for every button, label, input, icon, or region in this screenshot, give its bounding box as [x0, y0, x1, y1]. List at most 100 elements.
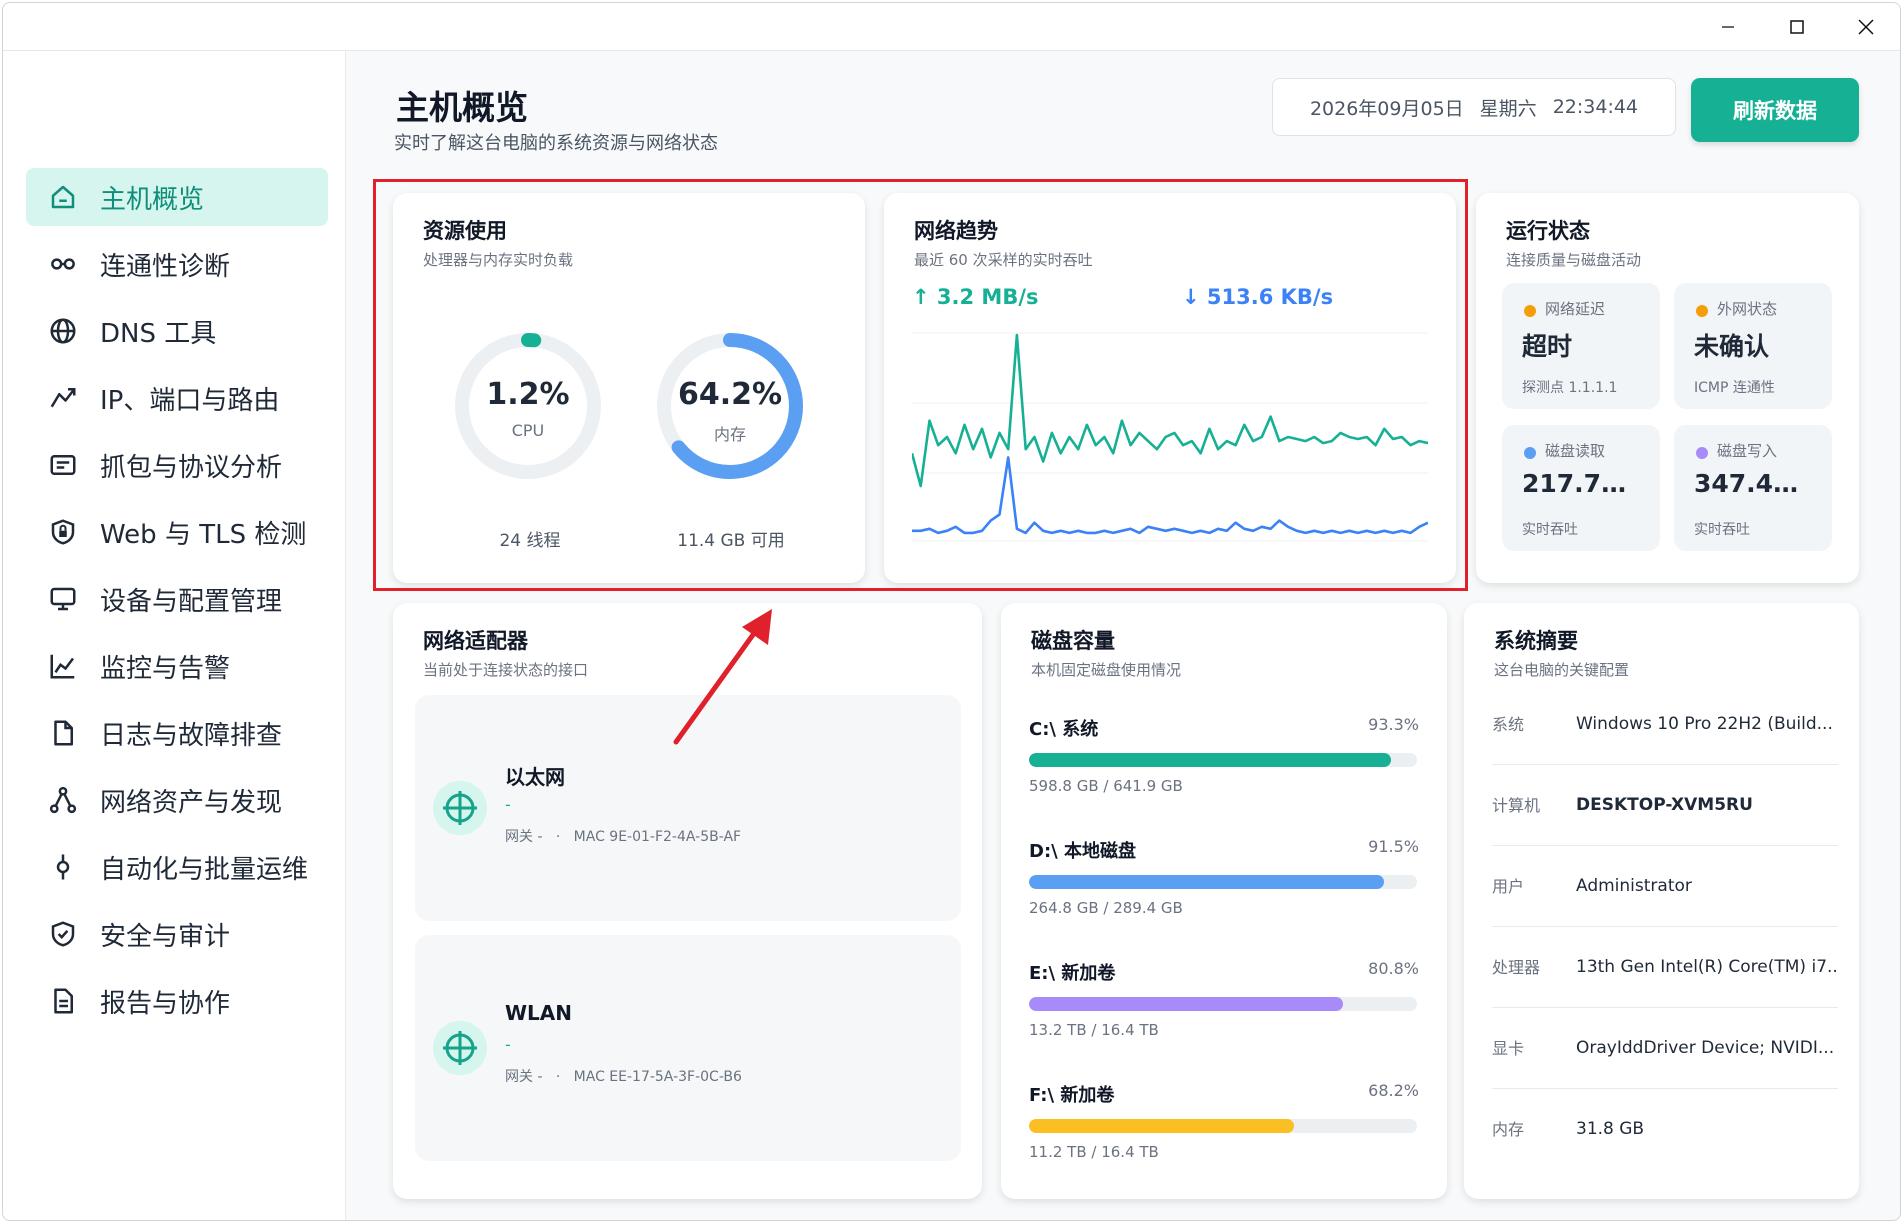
sidebar-item-label: Web 与 TLS 检测	[100, 519, 307, 550]
time-text: 22:34:44	[1552, 96, 1639, 118]
summary-key: 显卡	[1492, 1039, 1525, 1058]
close-button[interactable]	[1832, 3, 1900, 51]
tile-value: 超时	[1522, 332, 1573, 361]
disk-usage-bar	[1029, 997, 1417, 1011]
automation-icon	[56, 854, 70, 880]
shield-check-icon	[51, 921, 75, 947]
disk-percent: 93.3%	[1368, 715, 1419, 734]
sidebar-item-capture[interactable]: 抓包与协议分析	[26, 436, 328, 494]
summary-row-computer: 计算机 DESKTOP-XVM5RU	[1492, 765, 1838, 846]
summary-value: DESKTOP-XVM5RU	[1576, 795, 1753, 815]
status-dot	[1696, 447, 1708, 459]
report-icon	[54, 988, 73, 1014]
line-chart-icon	[50, 654, 75, 679]
sidebar-item-web-tls[interactable]: Web 与 TLS 检测	[26, 503, 328, 561]
disk-size: 11.2 TB / 16.4 TB	[1029, 1143, 1159, 1161]
sidebar-item-monitoring[interactable]: 监控与告警	[26, 637, 328, 695]
adapter-item[interactable]: WLAN - 网关 - · MAC EE-17-5A-3F-0C-B6	[415, 935, 961, 1161]
summary-key: 用户	[1492, 877, 1525, 896]
disk-size: 264.8 GB / 289.4 GB	[1029, 899, 1183, 917]
sidebar-item-label: 安全与审计	[100, 921, 231, 952]
card-subtitle: 处理器与内存实时负载	[423, 251, 574, 269]
link-icon	[51, 258, 75, 270]
sidebar-item-connectivity[interactable]: 连通性诊断	[26, 235, 328, 293]
sidebar-item-assets[interactable]: 网络资产与发现	[26, 771, 328, 829]
tile-value: 217.7…	[1522, 469, 1627, 498]
card-subtitle: 这台电脑的关键配置	[1494, 661, 1630, 679]
disk-usage-fill	[1029, 753, 1391, 767]
refresh-button[interactable]: 刷新数据	[1691, 78, 1859, 142]
disk-size: 13.2 TB / 16.4 TB	[1029, 1021, 1159, 1039]
title-bar	[3, 3, 1900, 51]
summary-row-user: 用户 Administrator	[1492, 846, 1838, 927]
minimize-icon	[1722, 26, 1734, 28]
disk-name: E:\ 新加卷	[1029, 963, 1116, 984]
resource-card: 资源使用 处理器与内存实时负载 1.2% CPU 24 线程 64.2% 内存 …	[393, 193, 865, 583]
status-dot	[1696, 305, 1708, 317]
cpu-gauge: 1.2% CPU	[453, 331, 603, 481]
summary-row-os: 系统 Windows 10 Pro 22H2 (Build...	[1492, 684, 1838, 765]
summary-value: 31.8 GB	[1576, 1119, 1645, 1139]
weekday-text: 星期六	[1479, 97, 1537, 120]
sidebar-item-label: 主机概览	[100, 184, 205, 215]
disk-percent: 80.8%	[1368, 959, 1419, 978]
memory-available: 11.4 GB 可用	[677, 531, 785, 551]
monitor-icon	[50, 587, 76, 611]
close-icon	[1858, 19, 1874, 35]
card-subtitle: 连接质量与磁盘活动	[1506, 251, 1642, 269]
route-icon	[50, 388, 76, 408]
memory-value: 64.2%	[677, 377, 783, 412]
page-subtitle: 实时了解这台电脑的系统资源与网络状态	[394, 133, 718, 154]
sidebar-item-dns[interactable]: DNS 工具	[26, 302, 328, 360]
sidebar-item-reports[interactable]: 报告与协作	[26, 972, 328, 1030]
disk-write-tile: 磁盘写入 347.4… 实时吞吐	[1674, 425, 1832, 551]
status-dot	[1524, 305, 1536, 317]
download-series-line	[912, 456, 1428, 535]
minimize-button[interactable]	[1694, 3, 1762, 51]
sidebar-item-label: IP、端口与路由	[100, 385, 280, 416]
disk-percent: 91.5%	[1368, 837, 1419, 856]
date-text: 2026年09月05日	[1309, 97, 1464, 120]
adapter-details: 网关 - · MAC EE-17-5A-3F-0C-B6	[505, 1069, 742, 1085]
tile-label: 外网状态	[1717, 300, 1778, 318]
latency-tile: 网络延迟 超时 探测点 1.1.1.1	[1502, 283, 1660, 409]
disk-usage-bar	[1029, 1119, 1417, 1133]
external-status-tile: 外网状态 未确认 ICMP 连通性	[1674, 283, 1832, 409]
summary-value: Windows 10 Pro 22H2 (Build...	[1576, 714, 1833, 734]
sidebar: 主机概览 连通性诊断 DNS 工具 IP、端口与路由 抓包与协议分析 Web 与…	[3, 51, 346, 1220]
sidebar-item-overview[interactable]: 主机概览	[26, 168, 328, 226]
summary-card: 系统摘要 这台电脑的关键配置 系统 Windows 10 Pro 22H2 (B…	[1464, 603, 1859, 1199]
sidebar-item-security[interactable]: 安全与审计	[26, 905, 328, 963]
maximize-icon	[1790, 20, 1804, 34]
document-icon	[54, 720, 73, 746]
sidebar-item-label: 连通性诊断	[100, 251, 231, 282]
tile-label: 磁盘写入	[1717, 442, 1778, 460]
summary-value: OrayIddDriver Device; NVIDI...	[1576, 1038, 1835, 1058]
datetime-display: 2026年09月05日 星期六 22:34:44	[1272, 78, 1676, 136]
crosshair-icon	[433, 1021, 487, 1075]
disk-usage-fill	[1029, 997, 1343, 1011]
download-rate: ↓ 513.6 KB/s	[1182, 285, 1334, 309]
sidebar-item-logs[interactable]: 日志与故障排查	[26, 704, 328, 762]
maximize-button[interactable]	[1763, 3, 1831, 51]
card-subtitle: 本机固定磁盘使用情况	[1031, 661, 1182, 679]
card-title: 系统摘要	[1494, 629, 1578, 653]
adapter-name: WLAN	[505, 1001, 573, 1025]
card-title: 网络趋势	[914, 219, 998, 243]
run-state-card: 运行状态 连接质量与磁盘活动 网络延迟 超时 探测点 1.1.1.1 外网状态 …	[1476, 193, 1859, 583]
summary-row-cpu: 处理器 13th Gen Intel(R) Core(TM) i7...	[1492, 927, 1838, 1008]
network-trend-card: 网络趋势 最近 60 次采样的实时吞吐 ↑ 3.2 MB/s ↓ 513.6 K…	[884, 193, 1456, 583]
page-title: 主机概览	[396, 88, 528, 127]
app-window: 主机概览 连通性诊断 DNS 工具 IP、端口与路由 抓包与协议分析 Web 与…	[2, 2, 1901, 1221]
sidebar-item-ip-route[interactable]: IP、端口与路由	[26, 369, 328, 427]
home-icon	[51, 185, 75, 209]
sidebar-item-automation[interactable]: 自动化与批量运维	[26, 838, 328, 896]
crosshair-icon	[433, 781, 487, 835]
tile-label: 磁盘读取	[1545, 442, 1606, 460]
sidebar-item-devices[interactable]: 设备与配置管理	[26, 570, 328, 628]
disk-size: 598.8 GB / 641.9 GB	[1029, 777, 1183, 795]
adapter-ip: -	[505, 1035, 511, 1054]
cpu-value: 1.2%	[486, 377, 570, 412]
summary-key: 内存	[1492, 1120, 1525, 1139]
cpu-label: CPU	[511, 421, 545, 440]
